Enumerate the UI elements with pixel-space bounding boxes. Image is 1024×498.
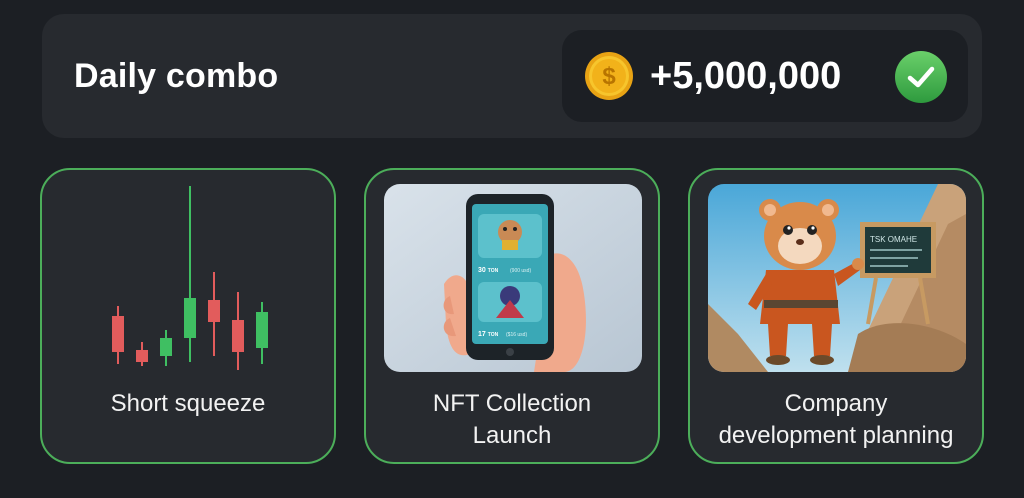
card-label-line1: NFT Collection [432, 390, 592, 417]
card-label-line1: Company [784, 390, 888, 417]
check-icon [895, 51, 947, 103]
card-label-line2: development planning [718, 422, 954, 449]
candlestick-chart-image [60, 184, 318, 372]
svg-text:(900 usd): (900 usd) [510, 268, 531, 274]
daily-combo-header: Daily combo $ +5,000,000 [42, 14, 982, 138]
combo-card-nft-collection-launch[interactable]: 30 TON (900 usd) 17 TON ($16 usd) NFT Co… [364, 168, 660, 464]
card-label: Company development planning [696, 388, 976, 452]
hamster-planning-image: TSK OMAHE [708, 184, 966, 372]
svg-text:17 TON: 17 TON [478, 331, 499, 338]
reward-amount: +5,000,000 [650, 55, 842, 97]
daily-combo-title: Daily combo [74, 57, 279, 95]
svg-text:($16 usd): ($16 usd) [506, 332, 527, 338]
combo-card-company-development-planning[interactable]: TSK OMAHE Company development planning [688, 168, 984, 464]
coin-dollar-icon: $ [585, 52, 633, 100]
card-label: NFT Collection Launch [372, 388, 652, 452]
combo-card-short-squeeze[interactable]: Short squeeze [40, 168, 336, 464]
svg-text:$: $ [602, 63, 616, 90]
reward-box: $ +5,000,000 [562, 30, 968, 122]
svg-text:TSK OMAHE: TSK OMAHE [870, 235, 917, 244]
phone-nft-image: 30 TON (900 usd) 17 TON ($16 usd) [384, 184, 642, 372]
card-label: Short squeeze [110, 390, 266, 417]
svg-text:30 TON: 30 TON [478, 267, 499, 274]
card-label-line2: Launch [472, 422, 552, 449]
